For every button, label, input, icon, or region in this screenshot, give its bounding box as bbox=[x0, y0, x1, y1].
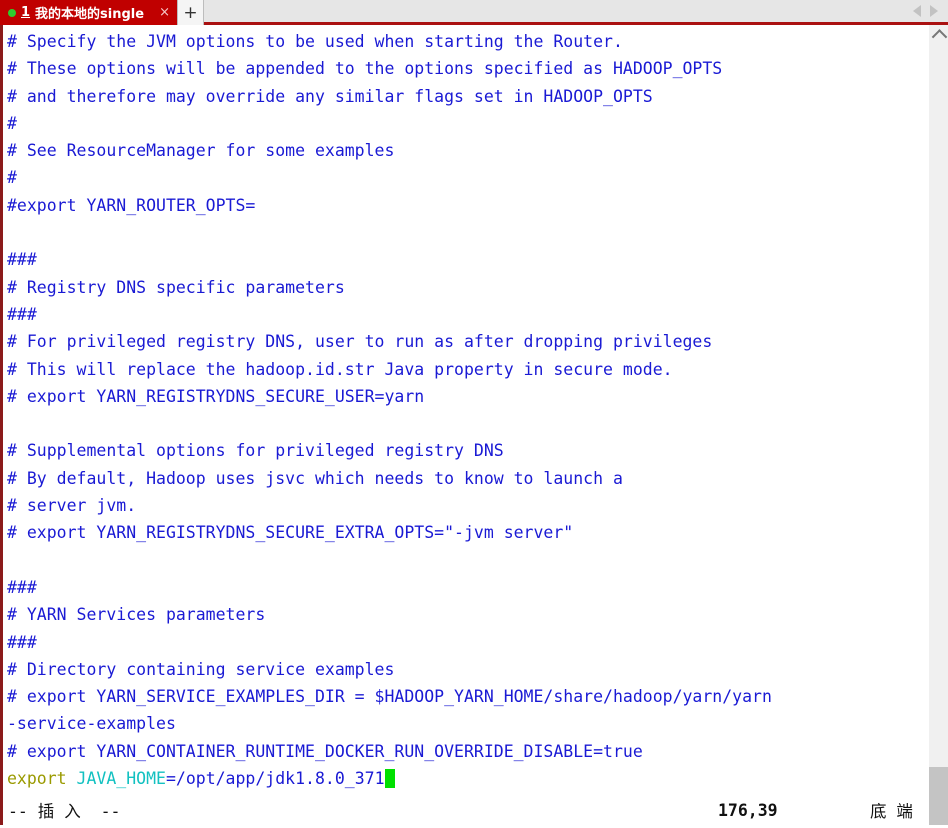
editor-text-span: # export YARN_CONTAINER_RUNTIME_DOCKER_R… bbox=[7, 741, 643, 761]
editor-text-span: JAVA_HOME bbox=[76, 769, 166, 789]
tab-bar-spacer bbox=[203, 0, 909, 22]
cursor-position-label: 176,39 bbox=[718, 800, 778, 820]
editor-line: # export YARN_SERVICE_EXAMPLES_DIR = $HA… bbox=[7, 683, 928, 710]
vim-editor-pane[interactable]: # Specify the JVM options to be used whe… bbox=[0, 25, 928, 825]
text-cursor bbox=[384, 769, 395, 789]
editor-text-span: # Supplemental options for privileged re… bbox=[7, 441, 504, 461]
editor-line: ### bbox=[7, 301, 928, 328]
tab-bar: 1 我的本地的single × + bbox=[0, 0, 948, 25]
editor-line: # bbox=[7, 110, 928, 137]
tab-title-label: 我的本地的single bbox=[35, 7, 145, 22]
editor-text-span: # server jvm. bbox=[7, 496, 137, 516]
editor-line: # export YARN_REGISTRYDNS_SECURE_USER=ya… bbox=[7, 383, 928, 410]
editor-text-span: =/opt/app/jdk1.8.0_371 bbox=[165, 769, 385, 789]
editor-line: # and therefore may override any similar… bbox=[7, 83, 928, 110]
editor-line: # export YARN_REGISTRYDNS_SECURE_EXTRA_O… bbox=[7, 519, 928, 546]
editor-text-span: -service-examples bbox=[7, 714, 176, 734]
editor-text-span: ### bbox=[7, 304, 37, 324]
editor-text-span: # These options will be appended to the … bbox=[7, 59, 723, 79]
editor-text-span: # bbox=[7, 168, 17, 188]
scroll-up-arrow-icon[interactable] bbox=[929, 27, 948, 44]
editor-text-span: #export YARN_ROUTER_OPTS= bbox=[7, 195, 256, 215]
editor-text-span: # For privileged registry DNS, user to r… bbox=[7, 332, 713, 352]
editor-text-span: export bbox=[7, 769, 77, 789]
vim-status-line: -- 插 入 -- 176,39 底 端 bbox=[6, 795, 913, 825]
editor-line: # export YARN_CONTAINER_RUNTIME_DOCKER_R… bbox=[7, 738, 928, 765]
editor-line: # This will replace the hadoop.id.str Ja… bbox=[7, 356, 928, 383]
editor-text-span: # and therefore may override any similar… bbox=[7, 86, 653, 106]
editor-line: # Registry DNS specific parameters bbox=[7, 274, 928, 301]
vertical-scrollbar[interactable] bbox=[928, 25, 948, 825]
editor-text-span: ### bbox=[7, 577, 37, 597]
tab-index-label: 1 bbox=[21, 5, 31, 20]
close-icon[interactable]: × bbox=[159, 6, 170, 19]
vim-mode-label: -- 插 入 -- bbox=[8, 802, 121, 821]
connection-status-dot-icon bbox=[8, 8, 16, 17]
editor-text-span: # bbox=[7, 113, 17, 133]
new-tab-button[interactable]: + bbox=[176, 0, 204, 25]
editor-text-span: # See ResourceManager for some examples bbox=[7, 141, 395, 161]
chevron-left-icon[interactable] bbox=[913, 5, 921, 17]
tab-nav-arrows bbox=[909, 0, 948, 22]
editor-line: # These options will be appended to the … bbox=[7, 55, 928, 82]
editor-text-span: # Specify the JVM options to be used whe… bbox=[7, 32, 623, 51]
editor-text-span: # Directory containing service examples bbox=[7, 659, 395, 679]
editor-line: ### bbox=[7, 629, 928, 656]
editor-line: export JAVA_HOME=/opt/app/jdk1.8.0_371 bbox=[7, 765, 928, 792]
terminal-body: # Specify the JVM options to be used whe… bbox=[0, 25, 948, 825]
editor-text-span: # export YARN_REGISTRYDNS_SECURE_USER=ya… bbox=[7, 386, 425, 406]
editor-line: # Supplemental options for privileged re… bbox=[7, 437, 928, 464]
editor-text-span: # export YARN_REGISTRYDNS_SECURE_EXTRA_O… bbox=[7, 523, 574, 543]
editor-text-span: ### bbox=[7, 250, 37, 270]
tab-session-1[interactable]: 1 我的本地的single × bbox=[0, 0, 177, 25]
editor-text-span: # This will replace the hadoop.id.str Ja… bbox=[7, 359, 673, 379]
editor-line: # Specify the JVM options to be used whe… bbox=[7, 28, 928, 55]
editor-text-span: # Registry DNS specific parameters bbox=[7, 277, 345, 297]
editor-text-span: # YARN Services parameters bbox=[7, 605, 266, 625]
editor-line: ### bbox=[7, 574, 928, 601]
editor-line: #export YARN_ROUTER_OPTS= bbox=[7, 192, 928, 219]
editor-line: # server jvm. bbox=[7, 492, 928, 519]
editor-line: # YARN Services parameters bbox=[7, 601, 928, 628]
editor-text-span: # By default, Hadoop uses jsvc which nee… bbox=[7, 468, 623, 488]
scrollbar-thumb[interactable] bbox=[929, 767, 948, 825]
editor-line: # bbox=[7, 164, 928, 191]
terminal-window: 1 我的本地的single × + # Specify the JVM opti… bbox=[0, 0, 948, 828]
editor-line: ### bbox=[7, 246, 928, 273]
editor-line: # See ResourceManager for some examples bbox=[7, 137, 928, 164]
editor-line: # For privileged registry DNS, user to r… bbox=[7, 328, 928, 355]
editor-text-span: # export YARN_SERVICE_EXAMPLES_DIR = $HA… bbox=[7, 687, 772, 707]
file-location-label: 底 端 bbox=[870, 802, 913, 821]
chevron-right-icon[interactable] bbox=[930, 5, 938, 17]
editor-line: # By default, Hadoop uses jsvc which nee… bbox=[7, 465, 928, 492]
editor-text-span: ### bbox=[7, 632, 37, 652]
editor-line: # Directory containing service examples bbox=[7, 656, 928, 683]
editor-line: -service-examples bbox=[7, 710, 928, 737]
